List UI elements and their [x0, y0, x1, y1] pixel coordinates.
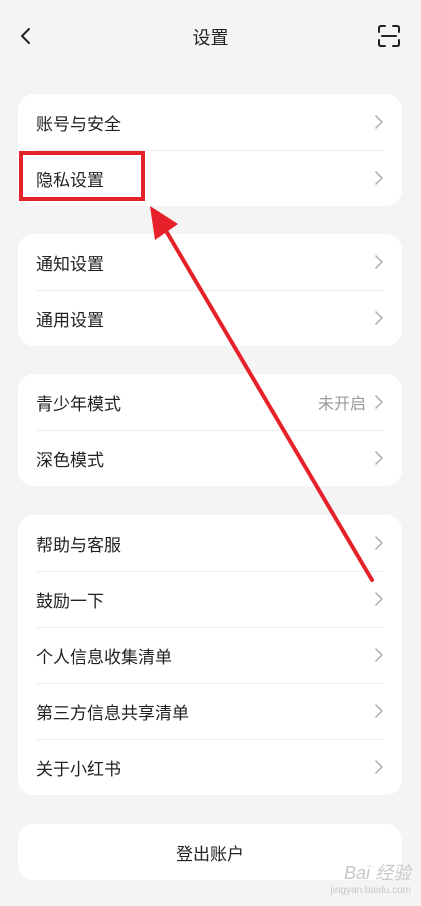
scan-button[interactable]: [375, 22, 403, 50]
chevron-right-icon: [375, 255, 383, 269]
teen-mode-status: 未开启: [317, 394, 366, 413]
chevron-right-icon: [375, 704, 383, 718]
scan-icon: [378, 25, 400, 47]
chevron-right-icon: [375, 395, 383, 409]
settings-item-about[interactable]: 关于小红书: [18, 739, 402, 795]
settings-item-account-security[interactable]: 账号与安全: [18, 94, 402, 150]
settings-item-label: 鼓励一下: [36, 591, 104, 612]
chevron-right-icon: [375, 171, 383, 185]
settings-item-label: 第三方信息共享清单: [36, 703, 189, 724]
settings-group-notifications: 通知设置 通用设置: [18, 234, 402, 346]
settings-item-label: 账号与安全: [36, 114, 121, 135]
settings-item-general[interactable]: 通用设置: [18, 290, 402, 346]
settings-item-third-party-list[interactable]: 第三方信息共享清单: [18, 683, 402, 739]
chevron-right-icon: [375, 311, 383, 325]
settings-item-personal-info-list[interactable]: 个人信息收集清单: [18, 627, 402, 683]
settings-item-label: 通知设置: [36, 254, 104, 275]
settings-item-help[interactable]: 帮助与客服: [18, 515, 402, 571]
settings-item-notifications[interactable]: 通知设置: [18, 234, 402, 290]
settings-item-rate[interactable]: 鼓励一下: [18, 571, 402, 627]
settings-item-label: 帮助与客服: [36, 535, 121, 556]
settings-item-teen-mode[interactable]: 青少年模式 未开启: [18, 374, 402, 430]
settings-group-about: 帮助与客服 鼓励一下 个人信息收集清单 第三方信息共享清单 关于小红书: [18, 515, 402, 795]
settings-item-label: 青少年模式: [36, 394, 121, 415]
annotation-highlight-box: [19, 151, 145, 201]
settings-item-label: 个人信息收集清单: [36, 647, 172, 668]
chevron-right-icon: [375, 451, 383, 465]
settings-item-label: 关于小红书: [36, 759, 121, 780]
chevron-right-icon: [375, 760, 383, 774]
chevron-right-icon: [375, 115, 383, 129]
settings-item-label: 通用设置: [36, 310, 104, 331]
chevron-right-icon: [375, 536, 383, 550]
settings-item-dark-mode[interactable]: 深色模式: [18, 430, 402, 486]
settings-item-label: 深色模式: [36, 450, 104, 471]
watermark: Bai 经验 jingyan.baidu.com: [330, 859, 411, 896]
chevron-right-icon: [375, 648, 383, 662]
page-title: 设置: [192, 28, 229, 49]
watermark-logo-text: Bai 经验: [343, 863, 411, 883]
settings-group-modes: 青少年模式 未开启 深色模式: [18, 374, 402, 486]
watermark-url: jingyan.baidu.com: [330, 885, 411, 896]
app-header: 设置: [0, 0, 421, 72]
chevron-right-icon: [375, 592, 383, 606]
